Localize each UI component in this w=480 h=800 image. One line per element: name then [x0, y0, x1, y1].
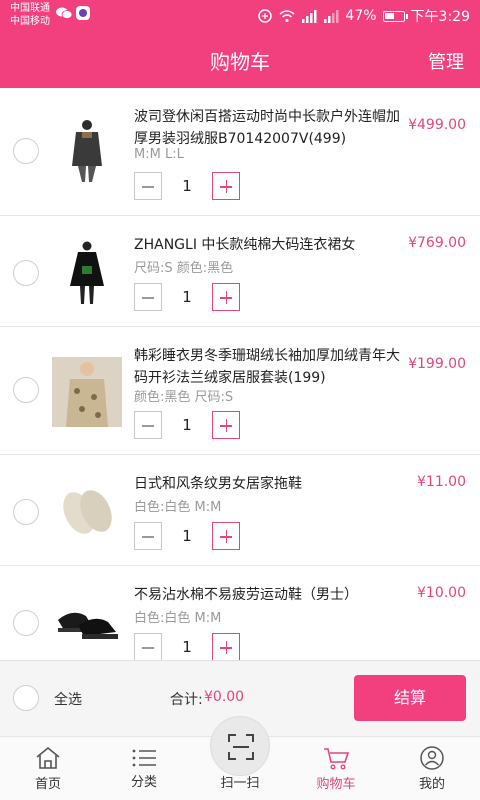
- carrier-2: 中国移动: [10, 16, 50, 27]
- item-name: 波司登休闲百搭运动时尚中长款户外连帽加厚男装羽绒服B70142007V(499): [134, 109, 400, 147]
- item-select-radio[interactable]: [13, 377, 39, 403]
- item-spec: M:M L:L: [134, 147, 184, 162]
- tab-label-scan[interactable]: 扫一扫: [192, 772, 288, 791]
- wifi-icon: [279, 10, 295, 22]
- item-name: ZHANGLI 中长款纯棉大码连衣裙女: [134, 237, 356, 253]
- item-name: 不易沾水棉不易疲劳运动鞋（男士）: [134, 587, 358, 603]
- black-sneakers-image: [52, 586, 122, 656]
- list-icon: [132, 749, 156, 767]
- tab-category[interactable]: 分类: [96, 737, 192, 800]
- item-select-radio[interactable]: [13, 138, 39, 164]
- cart-item: 日式和风条纹男女居家拖鞋 白色:白色 M:M ¥11.00 1: [0, 455, 480, 566]
- increase-button[interactable]: [212, 411, 240, 439]
- user-icon: [420, 746, 444, 770]
- cart-item: ZHANGLI 中长款纯棉大码连衣裙女 尺码:S 颜色:黑色 ¥769.00 1: [0, 216, 480, 327]
- page-title: 购物车: [210, 50, 270, 74]
- item-name: 韩彩睡衣男冬季珊瑚绒长袖加厚加绒青年大码开衫法兰绒家居服套装(199): [134, 348, 400, 386]
- item-select-radio[interactable]: [13, 499, 39, 525]
- increase-button[interactable]: [212, 172, 240, 200]
- cart-item: 韩彩睡衣男冬季珊瑚绒长袖加厚加绒青年大码开衫法兰绒家居服套装(199) 颜色:黑…: [0, 327, 480, 455]
- quantity-stepper: 1: [134, 172, 240, 200]
- status-right: 47% 下午3:29: [257, 6, 470, 26]
- select-all-label[interactable]: 全选: [54, 689, 82, 709]
- item-price: ¥199.00: [408, 356, 466, 372]
- item-price: ¥769.00: [408, 235, 466, 251]
- item-price: ¥11.00: [417, 474, 466, 490]
- tab-label: 购物车: [316, 777, 356, 792]
- total-label: 合计:: [170, 692, 203, 708]
- vibrate-icon: [258, 9, 273, 23]
- manage-button[interactable]: 管理: [428, 48, 464, 74]
- quantity-value[interactable]: 1: [162, 638, 212, 656]
- quantity-stepper: 1: [134, 411, 240, 439]
- black-long-dress-image: [52, 238, 122, 308]
- battery-percent: 47%: [345, 8, 377, 24]
- item-spec: 白色:白色 M:M: [134, 500, 222, 515]
- item-price: ¥499.00: [408, 117, 466, 133]
- total-value: ¥0.00: [204, 689, 245, 705]
- battery-icon: [382, 10, 408, 22]
- tab-label: 分类: [130, 775, 157, 790]
- item-spec: 颜色:黑色 尺码:S: [134, 390, 234, 405]
- scan-button[interactable]: [210, 716, 270, 776]
- item-spec: 白色:白色 M:M: [134, 611, 222, 626]
- quantity-stepper: 1: [134, 522, 240, 550]
- beige-slippers-image: [52, 475, 122, 545]
- tab-label: 我的: [418, 777, 445, 792]
- increase-button[interactable]: [212, 283, 240, 311]
- item-price: ¥10.00: [417, 585, 466, 601]
- decrease-button[interactable]: [134, 411, 162, 439]
- cart-list[interactable]: 波司登休闲百搭运动时尚中长款户外连帽加厚男装羽绒服B70142007V(499)…: [0, 88, 480, 660]
- status-bar: 中国联通 中国移动 47% 下午3:29: [0, 0, 480, 32]
- increase-button[interactable]: [212, 522, 240, 550]
- cart-item: 波司登休闲百搭运动时尚中长款户外连帽加厚男装羽绒服B70142007V(499)…: [0, 88, 480, 216]
- quantity-stepper: 1: [134, 283, 240, 311]
- carrier-info: 中国联通 中国移动: [10, 2, 50, 28]
- wechat-icon: [56, 7, 72, 19]
- decrease-button[interactable]: [134, 633, 162, 660]
- carrier-1: 中国联通: [10, 3, 50, 14]
- increase-button[interactable]: [212, 633, 240, 660]
- app-notification-icon: [76, 6, 90, 20]
- decrease-button[interactable]: [134, 172, 162, 200]
- tab-label: 首页: [34, 777, 61, 792]
- quantity-value[interactable]: 1: [162, 527, 212, 545]
- tab-home[interactable]: 首页: [0, 737, 96, 800]
- item-spec: 尺码:S 颜色:黑色: [134, 261, 234, 276]
- item-select-radio[interactable]: [13, 260, 39, 286]
- quantity-stepper: 1: [134, 633, 240, 660]
- black-down-coat-image: [52, 116, 122, 186]
- decrease-button[interactable]: [134, 283, 162, 311]
- signal-icon-1: [302, 10, 317, 23]
- quantity-value[interactable]: 1: [162, 288, 212, 306]
- scan-icon: [228, 734, 254, 760]
- title-bar: 购物车 管理: [0, 32, 480, 88]
- quantity-value[interactable]: 1: [162, 177, 212, 195]
- clock: 下午3:29: [410, 9, 470, 25]
- signal-icon-2: [324, 10, 339, 23]
- patterned-pajamas-image: [52, 357, 122, 427]
- checkout-button[interactable]: 结算: [354, 675, 466, 721]
- top-header: 中国联通 中国移动 47% 下午3:29 购物车 管理: [0, 0, 480, 88]
- quantity-value[interactable]: 1: [162, 416, 212, 434]
- cart-icon: [324, 748, 350, 770]
- cart-item: 不易沾水棉不易疲劳运动鞋（男士） 白色:白色 M:M ¥10.00 1: [0, 566, 480, 660]
- decrease-button[interactable]: [134, 522, 162, 550]
- select-all-radio[interactable]: [13, 685, 39, 711]
- tab-profile[interactable]: 我的: [384, 737, 480, 800]
- item-name: 日式和风条纹男女居家拖鞋: [134, 476, 302, 492]
- item-select-radio[interactable]: [13, 610, 39, 636]
- tab-cart[interactable]: 购物车: [288, 737, 384, 800]
- home-icon: [36, 746, 60, 769]
